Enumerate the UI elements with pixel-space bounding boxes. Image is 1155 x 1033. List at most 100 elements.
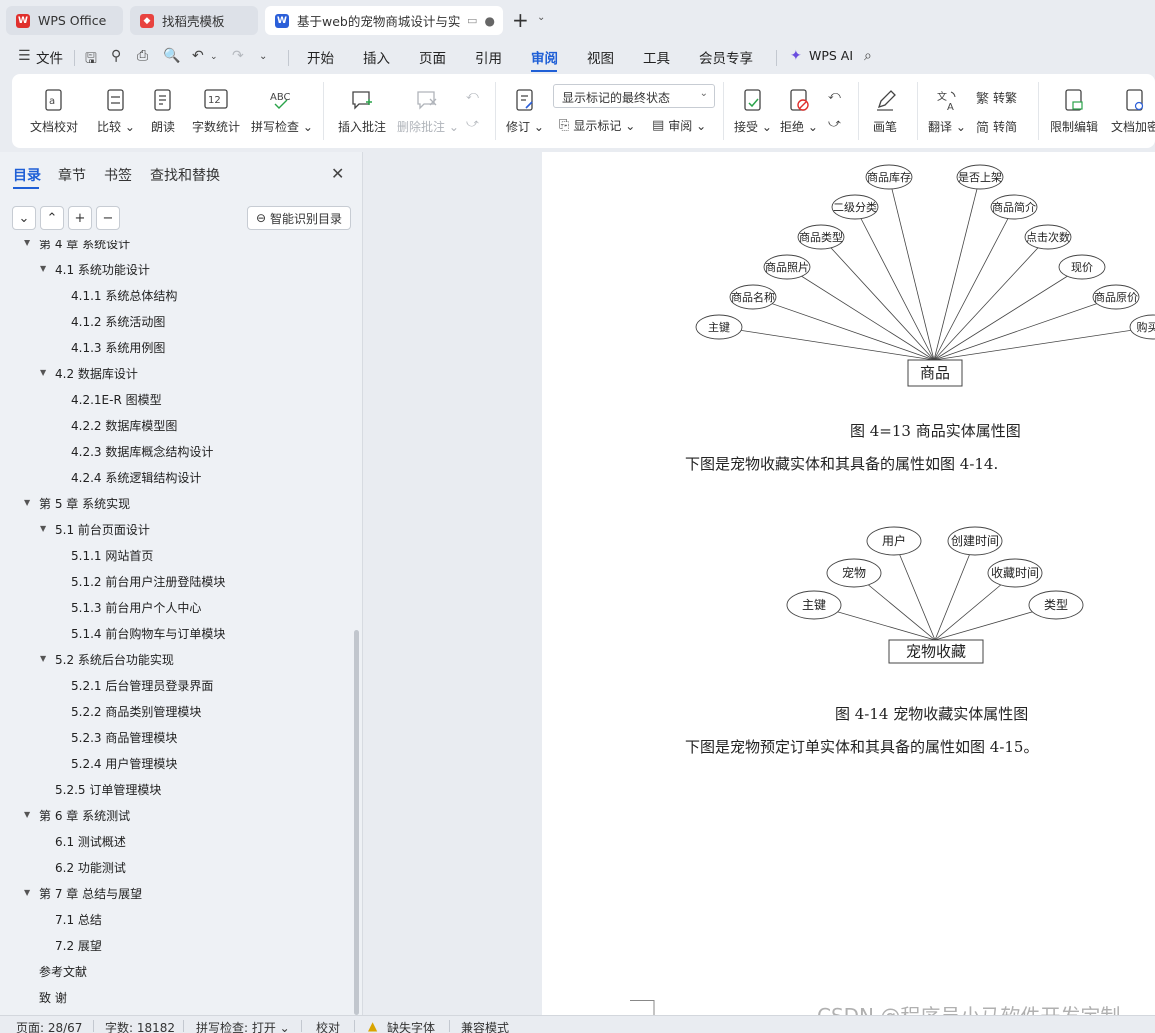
toc-item[interactable]: 7.2 展望	[55, 937, 102, 954]
toc-item[interactable]: 第 7 章 总结与展望	[39, 885, 142, 902]
chevron-down-icon[interactable]: ⌄	[537, 12, 545, 23]
spell-check-button[interactable]: ABC 拼写检查 ⌄	[251, 84, 313, 135]
menu-insert[interactable]: 插入	[363, 47, 390, 67]
accept-button[interactable]: 接受 ⌄	[734, 84, 772, 135]
print-preview-icon[interactable]: 🔍	[163, 48, 180, 64]
toc-item[interactable]: 致 谢	[39, 989, 67, 1006]
search-icon[interactable]: ⌕	[864, 48, 872, 64]
expand-toggle-icon[interactable]: ▼	[24, 810, 30, 819]
nav-tab-find-replace[interactable]: 查找和替换	[150, 165, 220, 185]
previous-comment-icon[interactable]: ⤺	[466, 88, 479, 103]
missing-font-status[interactable]: 缺失字体	[387, 1019, 435, 1033]
word-count-status[interactable]: 字数: 18182	[105, 1019, 175, 1033]
compat-mode-status[interactable]: 兼容模式	[461, 1019, 509, 1033]
format-painter-icon[interactable]: ⚲	[111, 48, 121, 64]
previous-change-icon[interactable]: ⤺	[828, 88, 841, 103]
toc-item[interactable]: 4.2.1E-R 图模型	[71, 391, 162, 408]
redo-icon[interactable]: ↷	[232, 48, 244, 64]
menu-tools[interactable]: 工具	[643, 47, 670, 67]
menu-wps-ai[interactable]: WPS AI	[809, 48, 853, 63]
toc-item[interactable]: 4.1.1 系统总体结构	[71, 287, 177, 304]
expand-toggle-icon[interactable]: ▼	[40, 654, 46, 663]
nav-tab-bookmarks[interactable]: 书签	[104, 165, 132, 185]
delete-comment-button[interactable]: 删除批注 ⌄	[397, 84, 459, 135]
menu-references[interactable]: 引用	[475, 47, 502, 67]
word-count-button[interactable]: 12 字数统计	[191, 84, 241, 135]
toc-item[interactable]: 第 4 章 系统设计	[39, 240, 130, 252]
proofread-status[interactable]: 校对	[316, 1019, 340, 1033]
toc-item[interactable]: 4.2.2 数据库模型图	[71, 417, 177, 434]
insert-comment-button[interactable]: 插入批注	[336, 84, 388, 135]
compare-button[interactable]: 比较 ⌄	[96, 84, 136, 135]
reject-button[interactable]: 拒绝 ⌄	[780, 84, 818, 135]
nav-tab-sections[interactable]: 章节	[58, 165, 86, 185]
toc-item[interactable]: 7.1 总结	[55, 911, 102, 928]
more-quick-access-icon[interactable]: ⌄	[259, 51, 267, 62]
ink-button[interactable]: 画笔	[870, 84, 900, 135]
expand-up-button[interactable]: ⌃	[40, 206, 64, 230]
next-change-icon[interactable]: ⤻	[828, 116, 841, 131]
toc-item[interactable]: 4.1.3 系统用例图	[71, 339, 165, 356]
expand-toggle-icon[interactable]: ▼	[40, 368, 46, 377]
save-icon[interactable]: 🖫	[85, 48, 97, 72]
expand-toggle-icon[interactable]: ▼	[40, 264, 46, 273]
toc-item[interactable]: 5.1.2 前台用户注册登陆模块	[71, 573, 225, 590]
toc-item[interactable]: 第 6 章 系统测试	[39, 807, 130, 824]
close-icon[interactable]: ✕	[331, 164, 344, 183]
collapse-all-button[interactable]: ⌄	[12, 206, 36, 230]
translate-button[interactable]: 文A 翻译 ⌄	[928, 84, 966, 135]
toc-item[interactable]: 第 5 章 系统实现	[39, 495, 130, 512]
toc-scrollbar[interactable]	[354, 630, 359, 1015]
restrict-edit-button[interactable]: 限制编辑	[1048, 84, 1100, 135]
proofread-button[interactable]: a 文档校对	[26, 84, 82, 135]
close-tab-icon[interactable]: ●	[485, 14, 495, 28]
toc-item[interactable]: 4.2.4 系统逻辑结构设计	[71, 469, 201, 486]
expand-toggle-icon[interactable]: ▼	[40, 524, 46, 533]
toc-item[interactable]: 4.2 数据库设计	[55, 365, 138, 382]
toc-item[interactable]: 参考文献	[39, 963, 87, 980]
doc-encrypt-button[interactable]: 文档加密	[1109, 84, 1155, 135]
toc-item[interactable]: 5.2.1 后台管理员登录界面	[71, 677, 213, 694]
next-comment-icon[interactable]: ⤻	[466, 116, 479, 131]
toc-item[interactable]: 5.2 系统后台功能实现	[55, 651, 174, 668]
undo-icon[interactable]: ↶	[192, 48, 204, 64]
print-icon[interactable]: ⎙	[137, 48, 148, 64]
menu-view[interactable]: 视图	[587, 47, 614, 67]
toc-item[interactable]: 6.2 功能测试	[55, 859, 126, 876]
toc-item[interactable]: 5.2.4 用户管理模块	[71, 755, 177, 772]
toc-item[interactable]: 5.2.2 商品类别管理模块	[71, 703, 201, 720]
toc-item[interactable]: 5.1 前台页面设计	[55, 521, 150, 538]
toc-item[interactable]: 5.2.3 商品管理模块	[71, 729, 177, 746]
menu-file[interactable]: 文件	[36, 47, 63, 67]
toc-item[interactable]: 4.1 系统功能设计	[55, 261, 150, 278]
track-changes-button[interactable]: 修订 ⌄	[506, 84, 544, 135]
spell-check-status[interactable]: 拼写检查: 打开 ⌄	[196, 1019, 290, 1033]
add-tab-icon[interactable]: +	[512, 8, 529, 32]
remove-heading-button[interactable]: −	[96, 206, 120, 230]
to-traditional-button[interactable]: 繁转繁	[976, 88, 1017, 107]
toc-item[interactable]: 4.2.3 数据库概念结构设计	[71, 443, 213, 460]
add-heading-button[interactable]: +	[68, 206, 92, 230]
toc-item[interactable]: 6.1 测试概述	[55, 833, 126, 850]
hamburger-menu-icon[interactable]: ☰	[18, 48, 31, 64]
show-markup-button[interactable]: ⎘ 显示标记 ⌄	[559, 117, 635, 134]
nav-tab-toc[interactable]: 目录	[13, 165, 41, 185]
menu-member[interactable]: 会员专享	[699, 47, 753, 67]
read-aloud-button[interactable]: 朗读	[148, 84, 178, 135]
expand-toggle-icon[interactable]: ▼	[24, 888, 30, 897]
toc-item[interactable]: 5.2.5 订单管理模块	[55, 781, 161, 798]
menu-review[interactable]: 审阅	[531, 47, 558, 67]
undo-dropdown-icon[interactable]: ⌄	[210, 52, 218, 62]
menu-page[interactable]: 页面	[419, 47, 446, 67]
expand-toggle-icon[interactable]: ▼	[24, 498, 30, 507]
toc-item[interactable]: 5.1.4 前台购物车与订单模块	[71, 625, 225, 642]
toc-item[interactable]: 5.1.3 前台用户个人中心	[71, 599, 201, 616]
smart-toc-button[interactable]: ⊖ 智能识别目录	[247, 206, 351, 230]
review-pane-button[interactable]: ▤ 审阅 ⌄	[652, 117, 706, 134]
toc-item[interactable]: 4.1.2 系统活动图	[71, 313, 165, 330]
to-simplified-button[interactable]: 简转简	[976, 117, 1017, 136]
menu-home[interactable]: 开始	[307, 47, 334, 67]
tab-current-document[interactable]: W 基于web的宠物商城设计与实现 ▭ ●	[265, 6, 503, 35]
markup-state-select[interactable]: 显示标记的最终状态 ⌄	[553, 84, 715, 108]
page-indicator[interactable]: 页面: 28/67	[16, 1019, 82, 1033]
